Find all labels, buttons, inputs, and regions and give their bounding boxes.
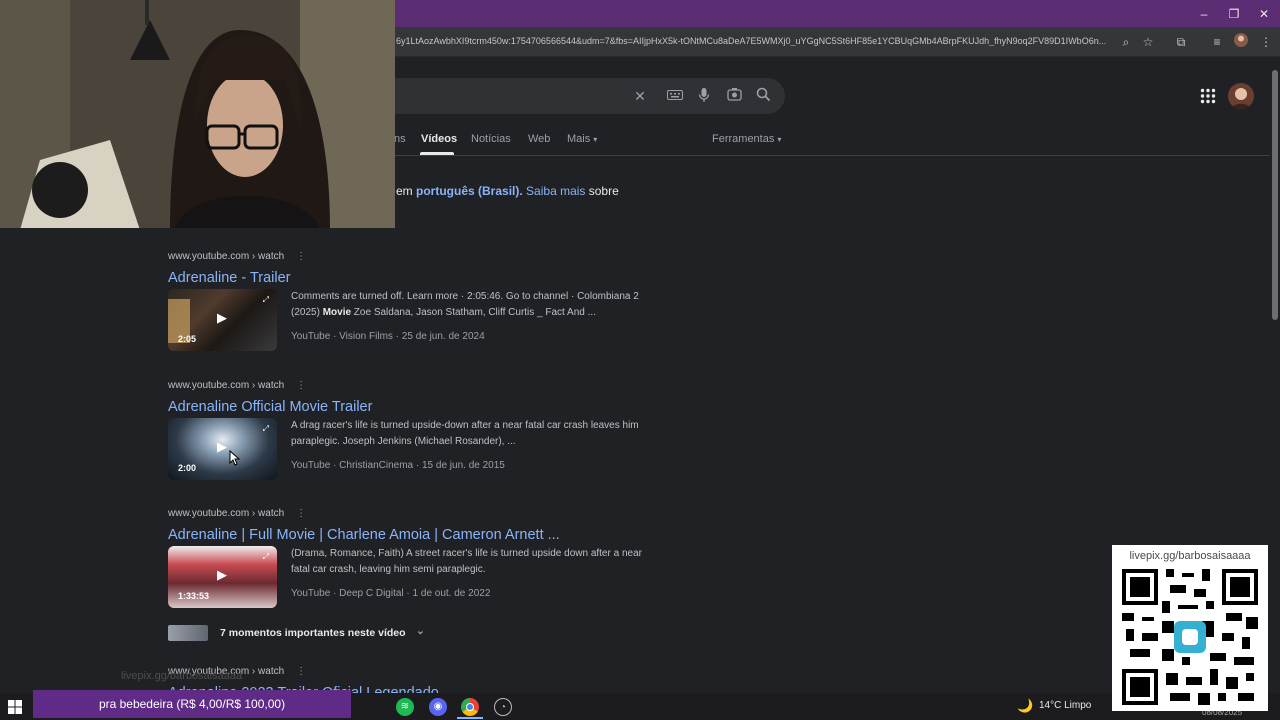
expand-icon: ⤢	[262, 295, 269, 304]
video-duration: 2:05	[178, 334, 197, 344]
search-icon[interactable]	[754, 87, 772, 105]
overlay-ghost-text: livepix.gg/barbosaisaaaa	[121, 670, 243, 682]
more-options-icon[interactable]: ⋮	[296, 508, 306, 519]
video-thumbnail[interactable]: ⤢ ▶ 2:05	[168, 289, 277, 351]
discord-icon[interactable]: ◉	[429, 698, 447, 716]
tab-more-label: Mais	[567, 133, 591, 145]
result-meta: YouTube · Vision Films · 25 de jun. de 2…	[291, 331, 485, 342]
video-result: www.youtube.com › watch ⋮ Adrenaline - Tr…	[168, 251, 648, 356]
webcam-overlay	[0, 0, 395, 228]
microphone-icon[interactable]	[695, 87, 713, 105]
language-notice-prefix: em	[396, 184, 417, 198]
video-duration: 2:00	[178, 463, 197, 473]
learn-more-link[interactable]: Saiba mais	[526, 184, 585, 198]
tools-button[interactable]: Ferramentas ▾	[712, 133, 781, 145]
result-snippet: Comments are turned off. Learn more · 2:…	[291, 289, 646, 321]
expand-icon: ⤢	[262, 552, 269, 561]
chevron-down-icon: ▾	[777, 135, 782, 144]
video-result: www.youtube.com › watch ⋮ Adrenaline Offi…	[168, 380, 648, 485]
result-title[interactable]: Adrenaline Official Movie Trailer	[168, 399, 648, 415]
language-name: português (Brasil).	[416, 184, 523, 198]
clear-icon[interactable]: ✕	[631, 87, 649, 105]
minimize-button[interactable]: –	[1189, 5, 1219, 23]
bookmark-star-icon[interactable]: ☆	[1139, 33, 1157, 51]
chevron-down-icon: ⌄	[416, 625, 425, 637]
tabs-divider	[390, 155, 1270, 156]
scrollbar-thumb[interactable]	[1272, 70, 1278, 320]
keyboard-icon[interactable]	[666, 87, 684, 105]
result-snippet: (Drama, Romance, Faith) A street racer's…	[291, 548, 642, 575]
tab-web[interactable]: Web	[528, 133, 550, 145]
chrome-icon[interactable]	[461, 698, 479, 716]
play-icon: ▶	[217, 310, 227, 325]
video-duration: 1:33:53	[178, 591, 210, 601]
more-options-icon[interactable]: ⋮	[296, 380, 306, 391]
video-thumbnail[interactable]: ⤢ ▶ 1:33:53	[168, 546, 277, 608]
result-url[interactable]: www.youtube.com › watch ⋮	[168, 251, 648, 265]
result-title[interactable]: Adrenaline | Full Movie | Charlene Amoia…	[168, 527, 648, 543]
qr-label: livepix.gg/barbosaisaaaa	[1129, 550, 1251, 562]
tab-images[interactable]: ns	[394, 133, 406, 145]
qr-panel: livepix.gg/barbosaisaaaa	[1112, 545, 1268, 711]
moments-thumbnail	[168, 625, 208, 641]
active-app-indicator	[457, 717, 483, 719]
result-url[interactable]: www.youtube.com › watch ⋮	[168, 508, 648, 522]
qr-code-image	[1122, 569, 1258, 705]
result-title[interactable]: Adrenaline - Trailer	[168, 270, 648, 286]
weather-text[interactable]: 14°C Limpo	[1039, 700, 1091, 711]
key-moments-label: 7 momentos importantes neste vídeo	[220, 627, 406, 639]
result-snippet-text: Zoe Saldana, Jason Statham, Cliff Curtis…	[351, 307, 596, 318]
mouse-cursor	[229, 449, 241, 466]
browser-menu-icon[interactable]: ⋮	[1257, 33, 1275, 51]
chevron-down-icon: ▾	[593, 135, 598, 144]
extensions-icon[interactable]: ⧉	[1172, 33, 1190, 51]
result-snippet-highlight: Movie	[322, 307, 352, 318]
language-notice-suffix: sobre	[585, 184, 619, 198]
video-thumbnail[interactable]: ⤢ ▶ 2:00	[168, 418, 277, 480]
more-options-icon[interactable]: ⋮	[296, 666, 306, 677]
account-avatar[interactable]	[1228, 83, 1254, 109]
key-moments-toggle[interactable]: 7 momentos importantes neste vídeo ⌄	[168, 625, 438, 641]
restore-button[interactable]: ❐	[1219, 5, 1249, 23]
donation-goal-banner: pra bebedeira (R$ 4,00/R$ 100,00)	[33, 690, 351, 718]
result-snippet: A drag racer's life is turned upside-dow…	[291, 420, 639, 447]
google-apps-icon[interactable]	[1200, 88, 1216, 104]
start-icon[interactable]	[8, 700, 22, 714]
result-url[interactable]: www.youtube.com › watch ⋮	[168, 380, 648, 394]
url-field[interactable]: 6y1LtAozAwbhXI9tcrm450w:1754706566544&ud…	[396, 36, 1111, 46]
result-url-text: www.youtube.com › watch	[168, 380, 285, 391]
weather-icon: 🌙	[1017, 698, 1034, 713]
tools-label: Ferramentas	[712, 133, 775, 145]
tab-news[interactable]: Notícias	[471, 133, 511, 145]
result-meta: YouTube · Deep C Digital · 1 de out. de …	[291, 588, 491, 599]
close-button[interactable]: ✕	[1249, 5, 1279, 23]
obs-icon[interactable]: ◔	[494, 698, 512, 716]
result-url-text: www.youtube.com › watch	[168, 508, 285, 519]
spotify-icon[interactable]: ≋	[396, 698, 414, 716]
result-url-text: www.youtube.com › watch	[168, 251, 285, 262]
zoom-icon[interactable]: ⌕	[1117, 33, 1135, 51]
tab-more[interactable]: Mais ▾	[567, 133, 597, 145]
result-meta: YouTube · ChristianCinema · 15 de jun. d…	[291, 460, 505, 471]
more-options-icon[interactable]: ⋮	[296, 251, 306, 262]
expand-icon: ⤢	[262, 424, 269, 433]
profile-avatar-icon[interactable]	[1232, 33, 1250, 51]
video-result: www.youtube.com › watch ⋮ Adrenaline | Fu…	[168, 508, 648, 613]
tab-videos[interactable]: Vídeos	[421, 133, 457, 145]
language-notice: em português (Brasil). Saiba mais sobre	[396, 184, 619, 198]
search-input[interactable]: ✕	[390, 78, 785, 114]
camera-search-icon[interactable]	[725, 87, 743, 105]
play-icon: ▶	[217, 567, 227, 582]
media-controls-icon[interactable]: ≡	[1208, 33, 1226, 51]
chrome-center-dot	[466, 703, 474, 711]
